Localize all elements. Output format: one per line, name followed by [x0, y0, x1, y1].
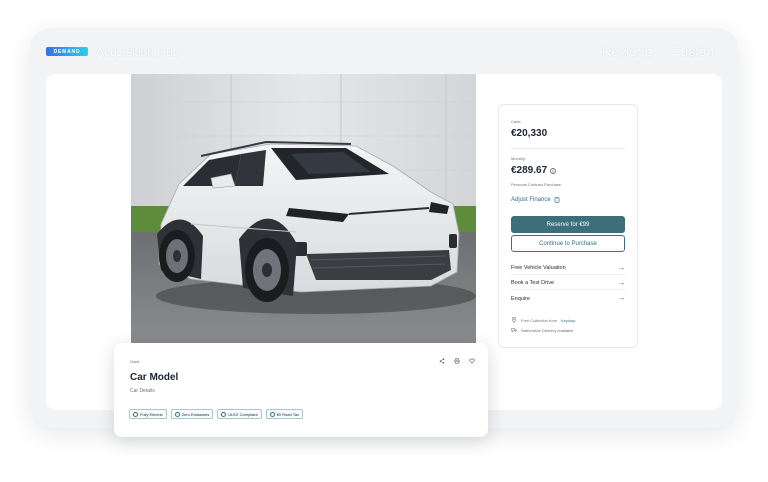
- action-enquire[interactable]: Enquire →: [511, 292, 625, 305]
- collection-text: Free Collection from: [521, 317, 558, 323]
- cash-label: Cash:: [511, 119, 522, 124]
- info-icon[interactable]: [550, 167, 556, 174]
- collection-brand: Keyloop: [561, 317, 576, 323]
- free-collection-row: Free Collection from Keyloop: [511, 317, 575, 323]
- pricing-sidebar: Cash: €20,330 Monthly: €289.67 Personal …: [498, 104, 638, 348]
- nationwide-delivery-row: Nationwide Delivery Available: [511, 327, 573, 333]
- continue-to-purchase-button[interactable]: Continue to Purchase: [511, 235, 625, 252]
- action-book-test-drive[interactable]: Book a Test Drive →: [511, 277, 625, 290]
- print-icon[interactable]: [451, 355, 463, 367]
- heart-icon[interactable]: [466, 355, 478, 367]
- location-pin-icon: [511, 317, 517, 323]
- arrow-right-icon: →: [618, 279, 625, 287]
- monthly-label: Monthly:: [511, 156, 527, 161]
- delivery-text: Nationwide Delivery Available: [521, 327, 574, 333]
- vehicle-subtitle: Car Details: [130, 388, 155, 394]
- vehicle-summary-card: Used Car Model Car Details Fully Electri…: [114, 343, 488, 437]
- tag-label: €0 Road Tax: [276, 411, 299, 417]
- feature-tags: Fully Electric Zero Emissions ULEZ Compl…: [129, 409, 303, 419]
- check-icon: [221, 411, 227, 417]
- divider: [511, 148, 625, 149]
- tag-label: Fully Electric: [140, 411, 163, 417]
- calculator-icon: [554, 197, 560, 203]
- leaf-icon: [174, 411, 180, 417]
- card-actions: [436, 355, 478, 367]
- action-label: Book a Test Drive: [511, 280, 555, 286]
- adjust-finance-label: Adjust Finance: [511, 197, 551, 203]
- vehicle-title: Car Model: [130, 372, 179, 383]
- monthly-price-row: €289.67: [511, 165, 556, 176]
- adjust-finance-link[interactable]: Adjust Finance: [511, 197, 560, 203]
- tag-road-tax: €0 Road Tax: [265, 409, 303, 419]
- tag-label: Zero Emissions: [181, 411, 210, 417]
- tag-label: ULEZ Compliant: [228, 411, 258, 417]
- plug-icon: [133, 411, 138, 417]
- tag-ulez-compliant: ULEZ Compliant: [217, 409, 262, 419]
- reserve-button[interactable]: Reserve for €99: [511, 216, 625, 233]
- tag-zero-emissions: Zero Emissions: [170, 409, 214, 419]
- action-label: Free Vehicle Valuation: [511, 265, 566, 271]
- action-label: Enquire: [511, 295, 530, 302]
- demand-badge: DEMAND: [46, 47, 88, 56]
- tax-icon: [269, 411, 275, 417]
- action-free-vehicle-valuation[interactable]: Free Vehicle Valuation →: [511, 262, 625, 275]
- condition-label: Used: [130, 359, 140, 364]
- cash-price: €20,330: [511, 128, 548, 139]
- arrow-right-icon: →: [618, 264, 625, 272]
- top-bar: DEMAND Acquisition Hub Keyloop Fusion: [46, 43, 722, 62]
- tag-fully-electric: Fully Electric: [129, 409, 167, 419]
- brand-logo-fusion: Fusion: [672, 43, 715, 59]
- app-title: Acquisition Hub: [96, 45, 180, 59]
- truck-icon: [511, 327, 517, 333]
- share-icon[interactable]: [436, 355, 448, 367]
- finance-type: Personal Contract Purchase: [511, 182, 562, 187]
- brand-logo-keyloop: Keyloop: [602, 43, 653, 59]
- arrow-right-icon: →: [618, 295, 625, 302]
- monthly-price: €289.67: [511, 165, 548, 176]
- vehicle-photo[interactable]: [131, 74, 476, 344]
